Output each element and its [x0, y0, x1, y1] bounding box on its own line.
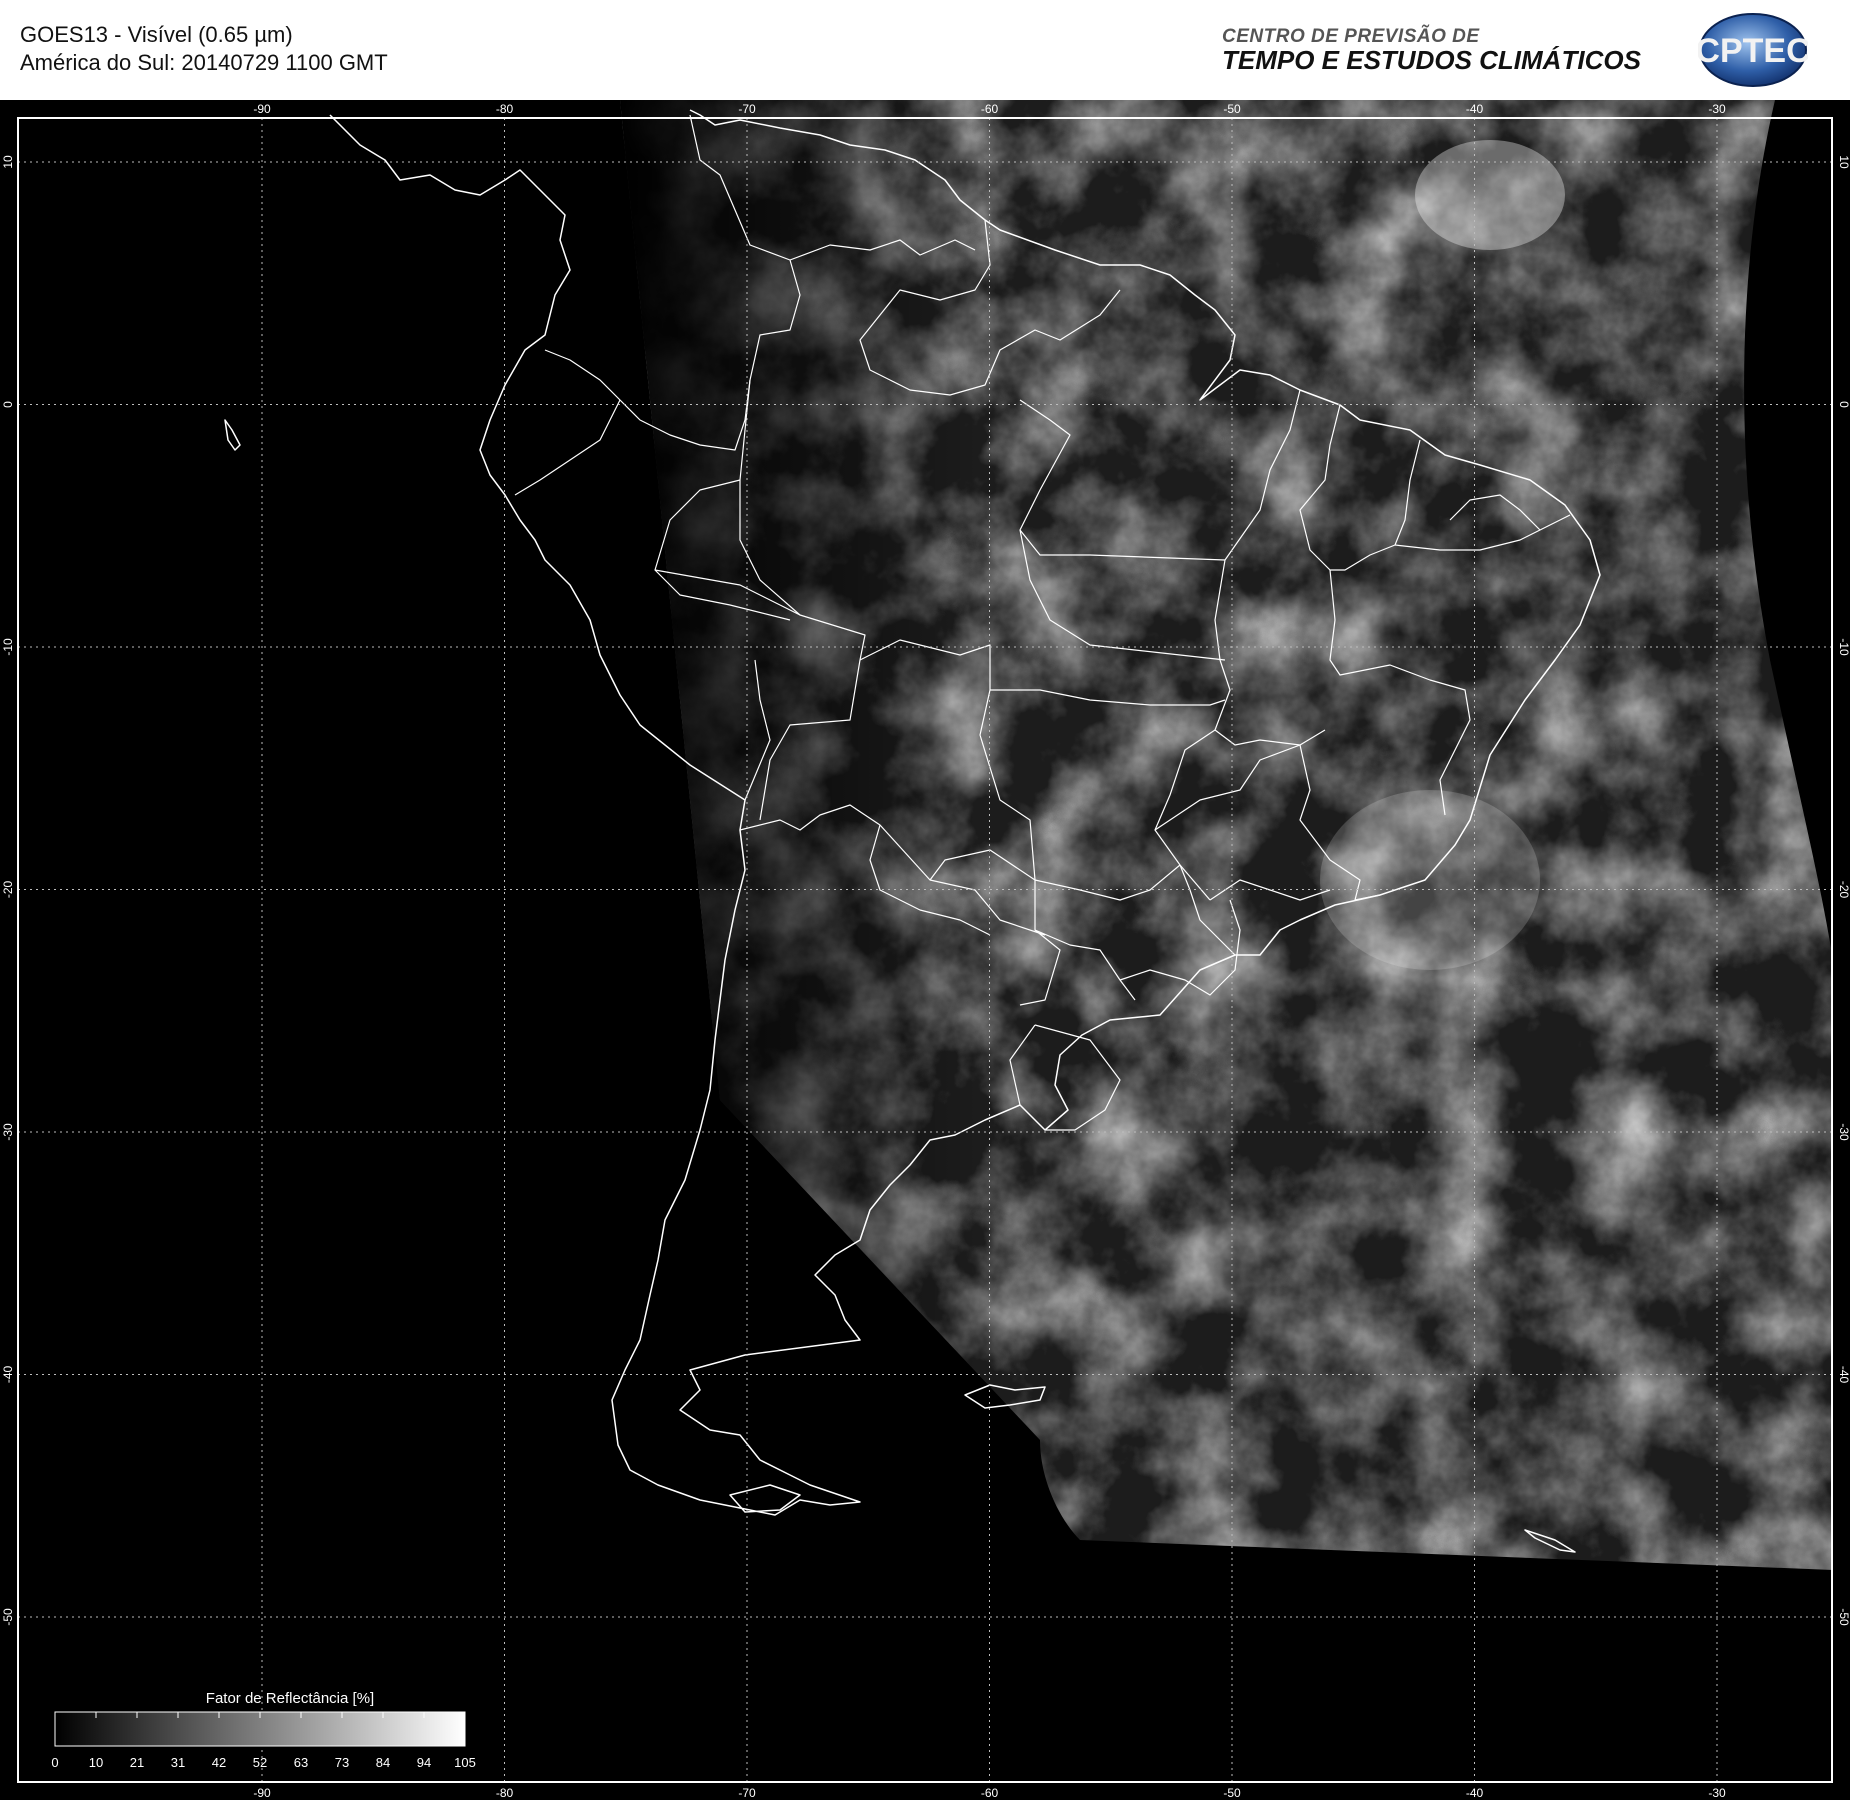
lat-tick-label-left: -50	[1, 1608, 15, 1626]
lon-tick-label-top: -70	[738, 102, 756, 116]
image-subtitle: América do Sul: 20140729 1100 GMT	[20, 50, 388, 75]
header: GOES13 - Visível (0.65 µm) América do Su…	[0, 0, 1850, 100]
lon-tick-label-top: -50	[1223, 102, 1241, 116]
legend-label: 31	[171, 1755, 185, 1770]
legend-label: 105	[454, 1755, 476, 1770]
legend-label: 63	[294, 1755, 308, 1770]
lat-tick-label-right: 0	[1837, 401, 1850, 408]
lat-tick-label-right: -40	[1837, 1366, 1850, 1384]
legend-label: 73	[335, 1755, 349, 1770]
lat-tick-label-left: -10	[1, 638, 15, 656]
legend-label: 52	[253, 1755, 267, 1770]
lon-tick-label-bottom: -80	[496, 1786, 514, 1800]
cptec-logo: CPTEC	[1698, 13, 1808, 87]
lon-tick-label-bottom: -50	[1223, 1786, 1241, 1800]
map-canvas: -90 -80 -70 -60 -50 -40 -30 -90 -80 -70 -60 -50 -40…	[0, 100, 1850, 1800]
legend-title: Fator de Reflectância [%]	[206, 1690, 374, 1707]
lon-tick-label-bottom: -30	[1708, 1786, 1726, 1800]
lon-tick-label-top: -60	[981, 102, 999, 116]
lat-tick-label-left: -40	[1, 1366, 15, 1384]
legend-label: 21	[130, 1755, 144, 1770]
legend-label: 94	[417, 1755, 431, 1770]
legend-label: 10	[89, 1755, 103, 1770]
org-name-line2: TEMPO E ESTUDOS CLIMÁTICOS	[1222, 45, 1641, 75]
lon-tick-label-top: -30	[1708, 102, 1726, 116]
cloud-band	[1320, 790, 1540, 970]
lat-tick-label-right: -50	[1837, 1608, 1850, 1626]
lat-tick-label-left: 10	[1, 155, 15, 169]
lat-tick-label-right: -10	[1837, 638, 1850, 656]
storm-cluster	[1415, 140, 1565, 250]
image-title: GOES13 - Visível (0.65 µm)	[20, 22, 293, 47]
satellite-map: -90 -80 -70 -60 -50 -40 -30 -90 -80 -70 -60 -50 -40…	[0, 100, 1850, 1800]
lat-tick-label-right: 10	[1837, 155, 1850, 169]
lon-tick-label-top: -80	[496, 102, 514, 116]
lat-tick-label-left: -20	[1, 881, 15, 899]
lat-tick-label-left: 0	[1, 401, 15, 408]
legend-label: 0	[51, 1755, 58, 1770]
legend-label: 84	[376, 1755, 390, 1770]
lat-tick-label-right: -30	[1837, 1123, 1850, 1141]
lon-tick-label-top: -40	[1466, 102, 1484, 116]
lat-tick-label-left: -30	[1, 1123, 15, 1141]
lon-tick-label-bottom: -60	[981, 1786, 999, 1800]
lat-tick-label-right: -20	[1837, 881, 1850, 899]
lon-tick-label-bottom: -90	[253, 1786, 271, 1800]
lon-tick-label-bottom: -40	[1466, 1786, 1484, 1800]
logo-text: CPTEC	[1698, 32, 1808, 70]
legend-label: 42	[212, 1755, 226, 1770]
lon-tick-label-bottom: -70	[738, 1786, 756, 1800]
lon-tick-label-top: -90	[253, 102, 271, 116]
